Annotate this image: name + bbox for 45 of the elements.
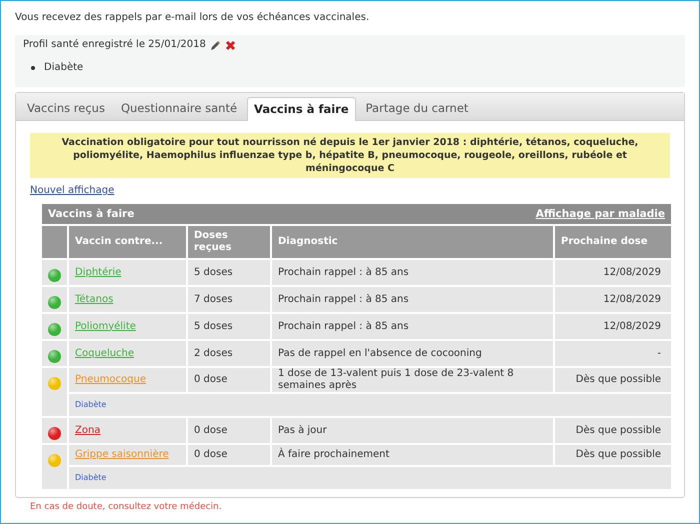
column-header: Prochaine dose (554, 225, 672, 259)
column-header: Diagnostic (271, 225, 554, 259)
profile-label: Profil santé enregistré le 25/01/2018 (23, 38, 206, 52)
disease-view-link[interactable]: Affichage par maladie (536, 208, 665, 220)
table-cell: Dès que possible (554, 367, 672, 393)
note-tag: Diabète (75, 400, 106, 409)
vaccine-link[interactable]: Zona (75, 424, 100, 436)
table-cell: 12/08/2029 (554, 259, 672, 286)
table-cell: À faire prochainement (271, 444, 554, 466)
table-cell: 1 dose de 13-valent puis 1 dose de 23-valent 8 semaines après (271, 367, 554, 393)
table-cell: - (554, 340, 672, 367)
column-header: Doses reçues (187, 225, 271, 259)
tab[interactable]: Partage du carnet (360, 97, 474, 120)
table-cell: Dès que possible (554, 417, 672, 444)
view-link[interactable]: Nouvel affichage (30, 185, 114, 196)
edit-icon[interactable] (210, 40, 221, 50)
table-cell: 0 dose (187, 417, 271, 444)
table-cell: 2 doses (187, 340, 271, 367)
table-cell: Pas de rappel en l'absence de cocooning (271, 340, 554, 367)
table-cell: 7 doses (187, 286, 271, 313)
note-tag: Diabète (75, 473, 106, 482)
table-cell: 12/08/2029 (554, 286, 672, 313)
table-title: Vaccins à faire (48, 208, 134, 220)
advice-text: En cas de doute, consultez votre médecin. (30, 502, 223, 512)
tab[interactable]: Vaccins à faire (247, 97, 356, 121)
notice-banner: Vaccination obligatoire pour tout nourrisson né depuis le 1er janvier 2018 : diphtérie, tétanos, coqueluche, poliomyélite, Haemophilus influenzae type b, hépatite B, pneumocoque, rougeole, oreillons, rubéole et méningocoque C (30, 133, 670, 178)
table-cell: 0 dose (187, 367, 271, 393)
table-cell: 5 doses (187, 313, 271, 340)
table-cell: 5 doses (187, 259, 271, 286)
table-cell: 12/08/2029 (554, 313, 672, 340)
table-cell: Prochain rappel : à 85 ans (271, 313, 554, 340)
delete-icon[interactable] (224, 40, 236, 50)
tab[interactable]: Vaccins reçus (21, 97, 111, 120)
column-header: Vaccin contre... (68, 225, 187, 259)
bullet-icon (31, 66, 35, 70)
table-cell: Prochain rappel : à 85 ans (271, 286, 554, 313)
table-cell: Dès que possible (554, 444, 672, 466)
vaccine-link[interactable]: Tétanos (75, 294, 114, 304)
vaccine-link[interactable]: Diphtérie (75, 266, 122, 278)
table-cell: Prochain rappel : à 85 ans (271, 259, 554, 286)
intro-text: Vous recevez des rappels par e-mail lors de vos échéances vaccinales. (15, 11, 370, 25)
tab[interactable]: Questionnaire santé (114, 97, 244, 120)
condition-item: Diabète (44, 62, 84, 73)
table-cell: 0 dose (187, 444, 271, 466)
table-cell: Pas à jour (271, 417, 554, 444)
